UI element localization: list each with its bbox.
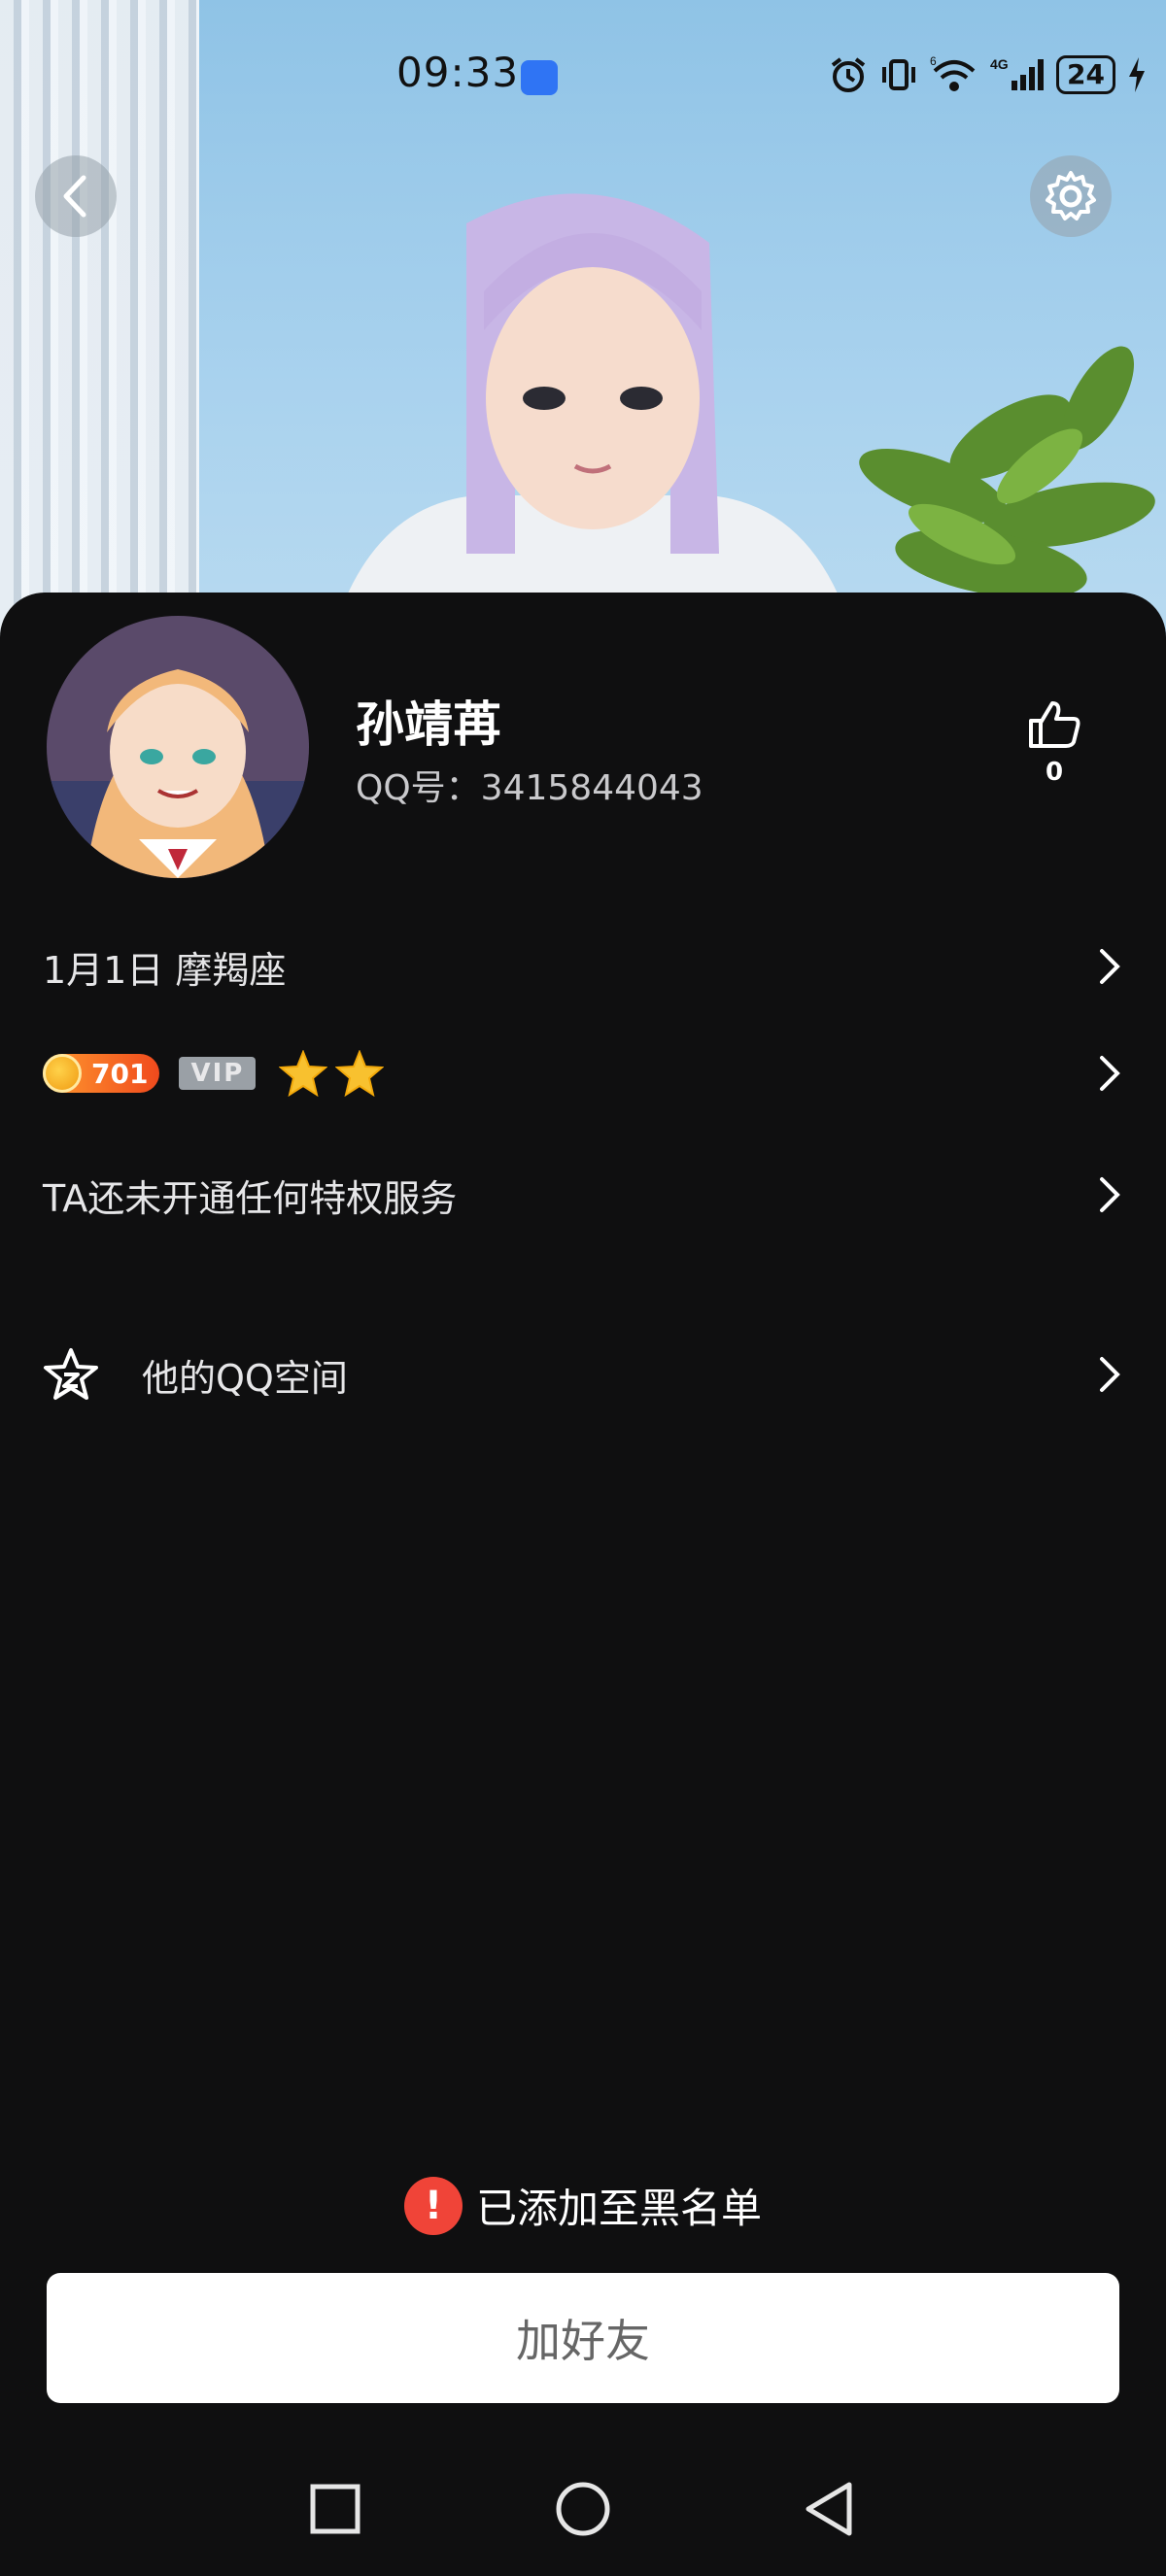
vibrate-icon xyxy=(882,59,916,90)
coin-icon xyxy=(43,1054,82,1093)
profile-cover-scene: 09:33 6 4G 24 xyxy=(0,0,1166,641)
qq-number: QQ号：3415844043 xyxy=(356,768,703,808)
status-time: 09:33 xyxy=(396,49,520,96)
qzone-star-icon xyxy=(44,1348,98,1400)
chevron-left-icon xyxy=(63,175,86,218)
privilege-row[interactable]: TA还未开通任何特权服务 xyxy=(43,1161,1123,1229)
chevron-right-icon xyxy=(1100,1056,1120,1091)
cellular-signal-icon: 4G xyxy=(990,56,1045,90)
level-badge: 701 xyxy=(43,1054,160,1093)
birthday-row[interactable]: 1月1日 摩羯座 xyxy=(43,932,1123,1000)
level-row[interactable]: 701 VIP xyxy=(43,1039,1123,1107)
alarm-icon xyxy=(831,57,866,92)
star-icon xyxy=(335,1050,385,1097)
profile-name: 孙靖苒 xyxy=(356,696,501,753)
privilege-text: TA还未开通任何特权服务 xyxy=(43,1176,458,1220)
star-icon xyxy=(279,1050,328,1097)
wifi-icon: 6 xyxy=(930,55,976,91)
recent-apps-button[interactable] xyxy=(310,2484,360,2534)
status-icons: 6 4G 24 xyxy=(829,52,1147,97)
chevron-right-icon xyxy=(1100,1357,1120,1392)
blacklist-notice: ! 已添加至黑名单 xyxy=(0,2176,1166,2235)
wifi-level-text: 6 xyxy=(930,55,937,68)
back-button[interactable] xyxy=(35,155,117,237)
network-type-text: 4G xyxy=(990,56,1009,72)
add-friend-button[interactable]: 加好友 xyxy=(47,2273,1119,2403)
square-icon xyxy=(310,2484,360,2534)
system-navbar xyxy=(310,2482,852,2536)
vip-tag: VIP xyxy=(179,1057,257,1090)
cover-curtain xyxy=(0,0,199,641)
gear-icon xyxy=(1046,171,1096,220)
chevron-right-icon xyxy=(1100,949,1120,984)
like-count: 0 xyxy=(1045,758,1064,787)
birthday-text: 1月1日 摩羯座 xyxy=(43,948,287,992)
settings-button[interactable] xyxy=(1030,155,1112,237)
triangle-back-icon xyxy=(806,2482,852,2536)
like-button[interactable]: 0 xyxy=(1024,699,1084,787)
chevron-right-icon xyxy=(1100,1177,1120,1212)
circle-icon xyxy=(556,2482,610,2536)
home-button[interactable] xyxy=(556,2482,610,2536)
back-nav-button[interactable] xyxy=(806,2482,852,2536)
cover-plant xyxy=(859,346,1155,598)
qzone-text: 他的QQ空间 xyxy=(142,1356,348,1400)
avatar[interactable] xyxy=(47,616,309,878)
thumbs-up-icon xyxy=(1029,701,1080,748)
level-value: 701 xyxy=(91,1057,149,1090)
blacklist-text: 已添加至黑名单 xyxy=(475,2185,762,2232)
charging-icon xyxy=(1129,57,1145,92)
warning-icon: ! xyxy=(403,2176,463,2235)
cover-3d-avatar xyxy=(330,193,855,641)
battery-level: 24 xyxy=(1056,55,1115,94)
qzone-row[interactable]: 他的QQ空间 xyxy=(43,1340,1123,1408)
voice-recording-icon xyxy=(521,60,558,95)
